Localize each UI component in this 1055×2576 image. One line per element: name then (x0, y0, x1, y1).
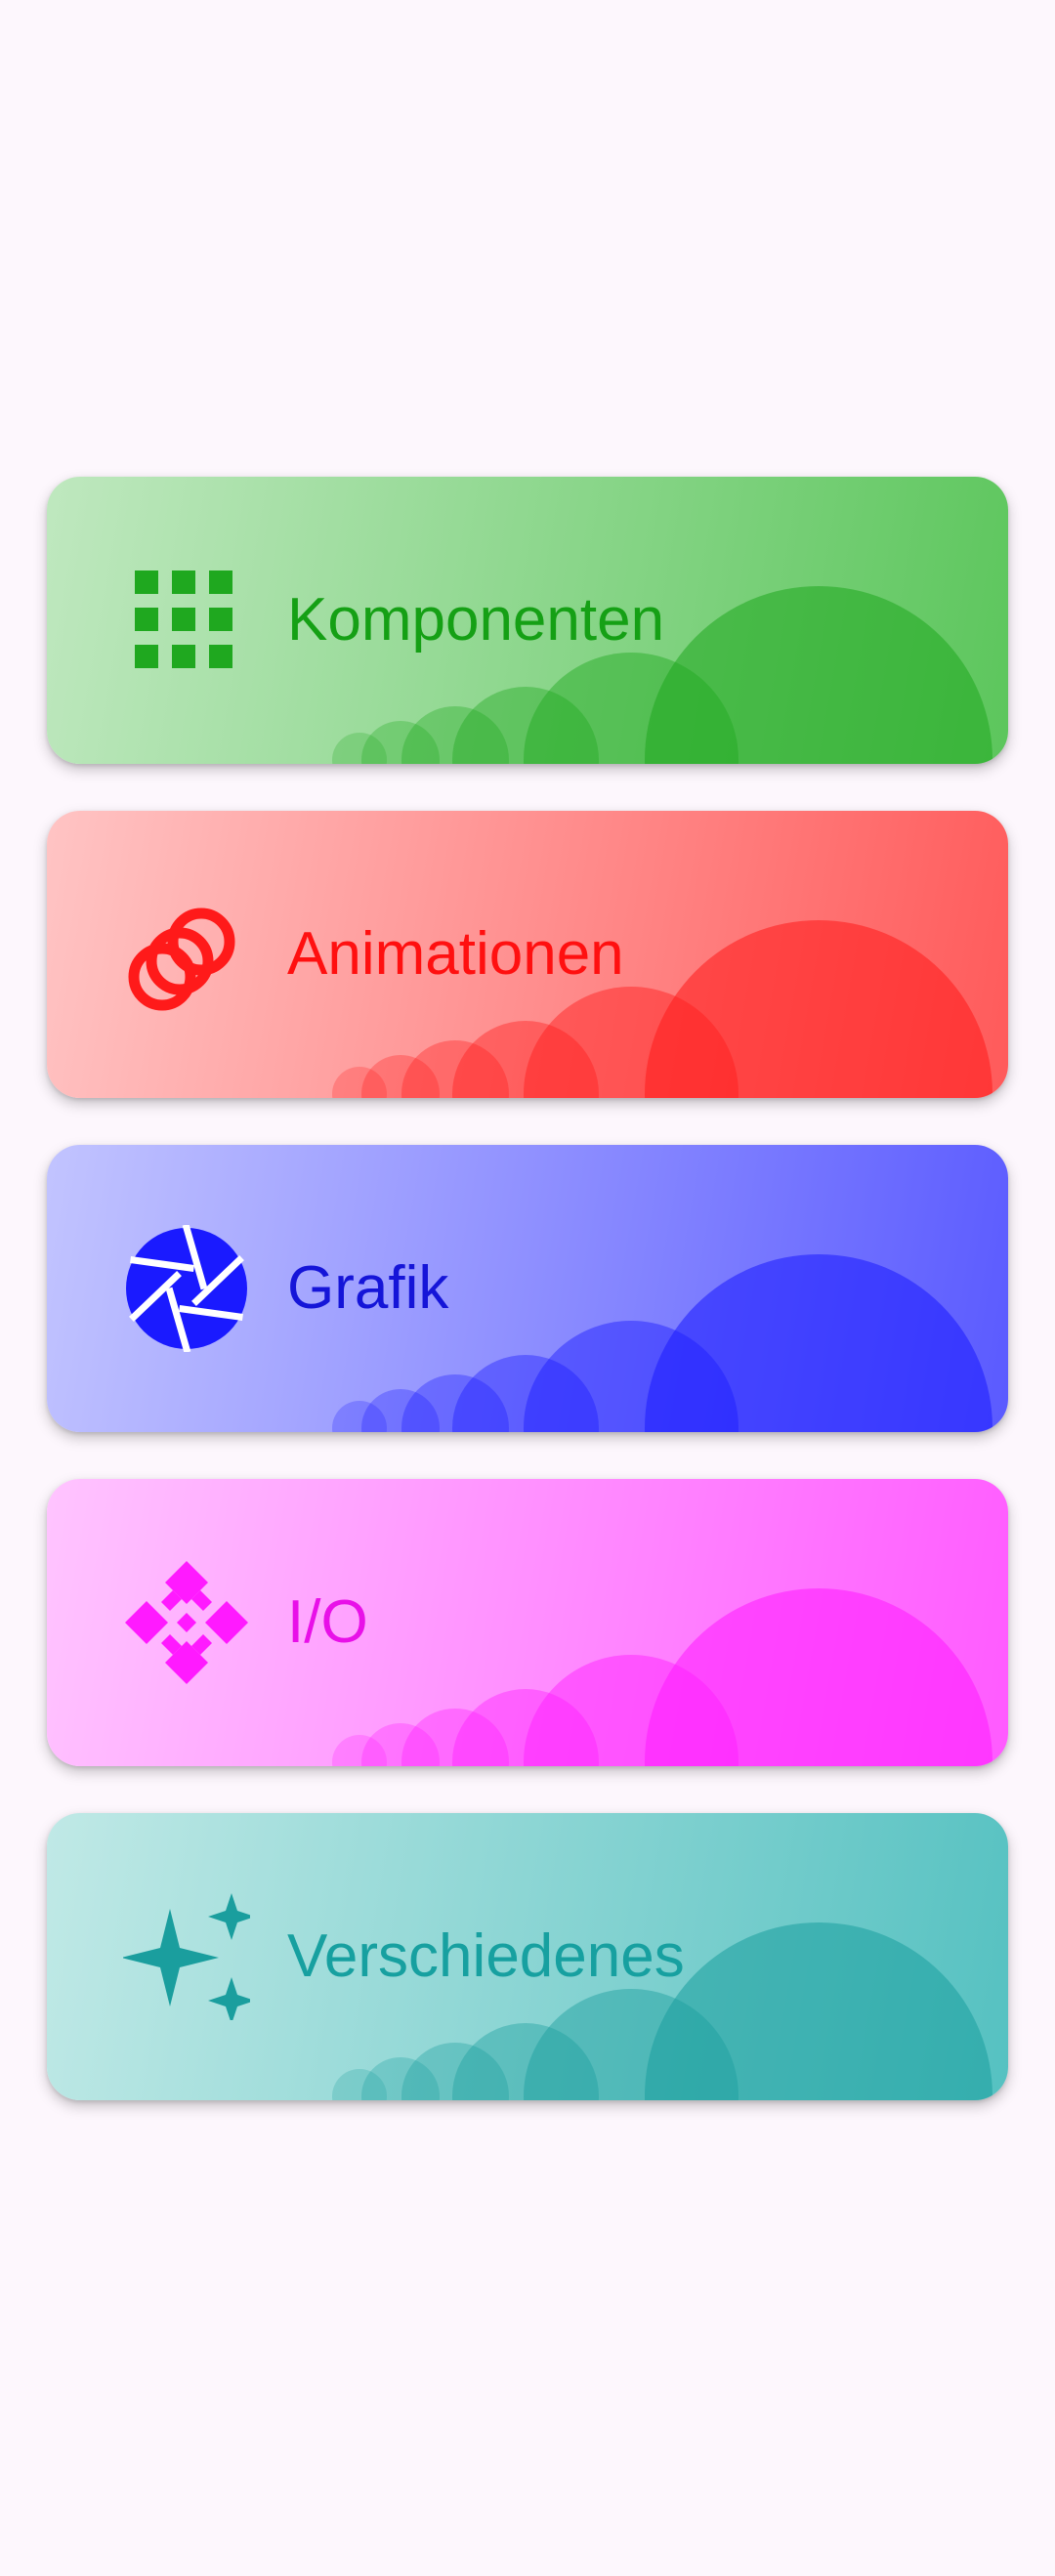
card-label: Komponenten (287, 586, 665, 654)
sparkle-stars-icon (123, 1893, 250, 2020)
io-diamond-icon (123, 1559, 250, 1686)
card-label: Animationen (287, 920, 624, 988)
category-card-verschiedenes[interactable]: Verschiedenes (47, 1813, 1008, 2100)
card-label: Verschiedenes (287, 1922, 685, 1990)
animation-circles-icon (123, 891, 250, 1018)
category-card-grafik[interactable]: Grafik (47, 1145, 1008, 1432)
category-card-animationen[interactable]: Animationen (47, 811, 1008, 1098)
camera-shutter-icon (123, 1225, 250, 1352)
category-card-io[interactable]: I/O (47, 1479, 1008, 1766)
apps-grid-icon (123, 557, 250, 684)
card-label: Grafik (287, 1254, 449, 1322)
card-label: I/O (287, 1588, 368, 1656)
category-card-komponenten[interactable]: Komponenten (47, 477, 1008, 764)
category-list: Komponenten Animationen Grafik I/O Versc… (47, 477, 1008, 2147)
